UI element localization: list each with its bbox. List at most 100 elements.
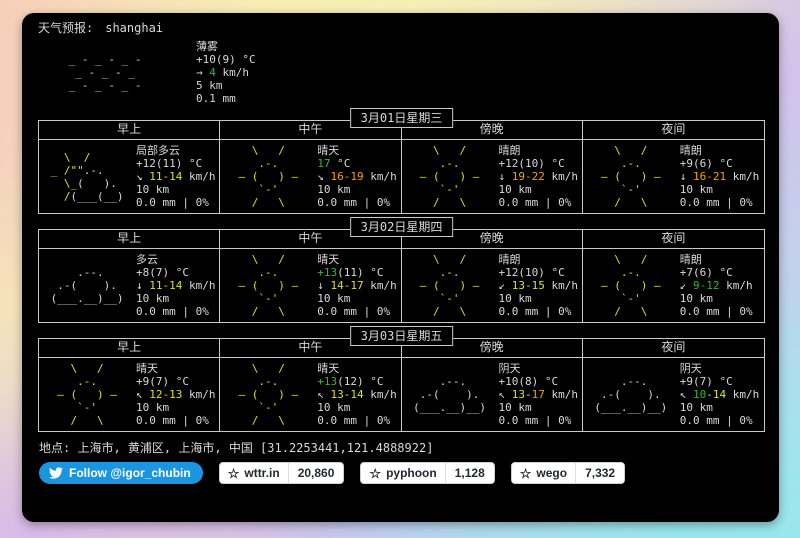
text-segment: 0.0 mm | 0%	[679, 196, 753, 209]
precipitation-line: 0.1 mm	[196, 92, 256, 105]
text-segment: +9(7) °C	[679, 375, 733, 388]
weather-art-sunny: \ / .-. – ( ) – `-' / \	[588, 144, 676, 209]
text-segment: – ( ) –	[406, 279, 493, 292]
wind-line: ↙ 9-12 km/h	[680, 279, 753, 292]
text-segment: / \	[225, 414, 312, 427]
github-star-badge-wttr.in[interactable]: ☆ wttr.in 20,860	[218, 462, 345, 484]
period-header: 早上	[39, 339, 221, 358]
text-segment: 0.1 mm	[196, 92, 236, 105]
text-segment: ↘	[317, 170, 331, 183]
condition-label: 多云	[136, 253, 158, 266]
twitter-follow-button[interactable]: Follow @igor_chubin	[39, 462, 203, 484]
temperature-line: +7(6) °C	[680, 266, 753, 279]
text-segment: `-'	[406, 183, 493, 196]
weather-art-cloudy: .--. .-( ). (___.__)__)	[588, 375, 676, 414]
temperature-line: +13(12) °C	[317, 375, 397, 388]
text-segment: \ /	[225, 144, 312, 157]
text-segment: 10 km	[317, 183, 351, 196]
condition-label: 晴天	[136, 362, 158, 375]
wind-line: ↙ 13-15 km/h	[499, 279, 579, 292]
text-segment: 10 km	[498, 292, 532, 305]
text-segment: `-'	[225, 292, 312, 305]
text-segment: km/h	[363, 279, 397, 292]
text-segment: 13-15	[511, 279, 545, 292]
forecast-cell-info: 晴朗 +12(10) °C ↓ 19-22 km/h 10 km 0.0 mm | 0%	[499, 144, 579, 209]
wind-line: → 4 km/h	[196, 66, 256, 79]
forecast-cell: \ / .-. – ( ) – `-' / \ 晴天 +13(12) °C ↖ 13…	[220, 358, 402, 431]
forecast-cell-info: 晴天 +13(11) °C ↓ 14-17 km/h 10 km 0.0 mm | 0%	[317, 253, 397, 318]
forecast-cell: \ / .-. – ( ) – `-' / \ 晴天 +9(7) °C ↖ 12-1…	[39, 358, 221, 431]
text-segment: 0.0 mm | 0%	[498, 414, 572, 427]
text-segment: \ /	[587, 253, 674, 266]
temperature-line: +10(8) °C	[499, 375, 579, 388]
condition-label: 阴天	[498, 362, 521, 375]
forecast-cell: .--. .-( ). (___.__)__) 多云 +8(7) °C ↓ 11-1…	[39, 249, 221, 322]
text-segment: 17	[531, 388, 545, 401]
text-segment: _ - _ - _	[62, 66, 149, 79]
text-segment: 0.0 mm | 0%	[136, 305, 209, 318]
text-segment: →	[196, 66, 210, 79]
weather-art-sunny: \ / .-. – ( ) – `-' / \	[44, 362, 132, 427]
text-segment: 0.0 mm | 0%	[317, 414, 391, 427]
text-segment: \ /	[44, 150, 91, 164]
visibility-line: 10 km	[499, 183, 579, 196]
github-star-badge-wego[interactable]: ☆ wego 7,332	[510, 462, 626, 484]
text-segment: 0.0 mm | 0%	[679, 305, 753, 318]
text-segment: ↖	[317, 388, 331, 401]
text-segment: 5 km	[196, 79, 223, 92]
forecast-cell-info: 阴天 +9(7) °C ↖ 10-14 km/h 10 km 0.0 mm | 0%	[680, 362, 760, 427]
text-segment: ↓	[498, 170, 512, 183]
forecast-cell: \ / .-. – ( ) – `-' / \ 晴天 +13(11) °C ↓ 14…	[220, 249, 402, 322]
github-star-badge-pyphoon[interactable]: ☆ pyphoon 1,128	[360, 462, 495, 484]
text-segment: .-.	[83, 163, 104, 177]
period-header: 早上	[39, 121, 221, 140]
text-segment: km/h	[363, 388, 397, 401]
condition-label: 晴天	[317, 144, 340, 157]
day-grid: 早上 中午 傍晚 夜间 \ / _ /"".-. \_( ). /(___(__) 局部…	[39, 121, 764, 213]
visibility-line: 10 km	[317, 401, 397, 414]
wind-line: ↓ 19-22 km/h	[499, 170, 579, 183]
text-segment: / \	[406, 196, 493, 209]
text-segment: 0.0 mm | 0%	[679, 414, 753, 427]
condition-label: 阴天	[679, 362, 702, 375]
text-segment: +12(10) °C	[498, 266, 565, 279]
star-icon: ☆	[227, 465, 240, 481]
text-segment: (11) °C	[337, 266, 384, 279]
text-segment: .--.	[587, 375, 674, 388]
precipitation-line: 0.0 mm | 0%	[680, 196, 760, 209]
weather-art-sunny: \ / .-. – ( ) – `-' / \	[225, 362, 313, 427]
weather-art-cloudy: .--. .-( ). (___.__)__)	[44, 266, 132, 305]
badge-name: wttr.in	[244, 465, 280, 480]
text-segment: ↖	[136, 388, 150, 401]
text-segment: _ /""	[44, 163, 84, 177]
text-segment: ↙	[498, 279, 512, 292]
gradient-background: 天气预报: shanghai _ - _ - _ - _ - _ - _ _ - …	[0, 0, 800, 538]
forecast-cell-info: 晴天 17 °C ↘ 16-19 km/h 10 km 0.0 mm | 0%	[317, 144, 397, 209]
github-badges: ☆ wttr.in 20,860 ☆ pyphoon 1,128 ☆ wego 7,332	[218, 462, 626, 484]
text-segment: km/h	[182, 279, 216, 292]
text-segment: /	[44, 189, 71, 203]
text-segment: +13	[317, 375, 338, 388]
twitter-follow-label: Follow @igor_chubin	[69, 465, 191, 480]
text-segment: .-.	[44, 375, 131, 388]
text-segment: 11-14	[149, 170, 183, 183]
text-segment: .-( ).	[587, 388, 674, 401]
text-segment: / \	[225, 196, 312, 209]
text-segment: km/h	[182, 388, 216, 401]
wind-line: ↖ 13-14 km/h	[317, 388, 397, 401]
text-segment: ↘	[136, 170, 150, 183]
precipitation-line: 0.0 mm | 0%	[136, 196, 216, 209]
text-segment: ( ).	[77, 176, 117, 190]
text-segment: ↙	[679, 279, 693, 292]
text-segment: (___(__)	[70, 189, 124, 203]
text-segment: `-'	[225, 401, 312, 414]
text-segment: +10(9) °C	[196, 53, 256, 66]
temperature-line: +9(7) °C	[136, 375, 216, 388]
report-city: shanghai	[105, 21, 164, 35]
text-segment: – ( ) –	[225, 170, 312, 183]
text-segment: -	[525, 388, 532, 401]
badge-name: pyphoon	[386, 465, 437, 480]
forecast-cell-info: 晴天 +9(7) °C ↖ 12-13 km/h 10 km 0.0 mm | 0%	[136, 362, 216, 427]
text-segment: `-'	[406, 292, 493, 305]
wind-line: ↘ 16-19 km/h	[317, 170, 397, 183]
